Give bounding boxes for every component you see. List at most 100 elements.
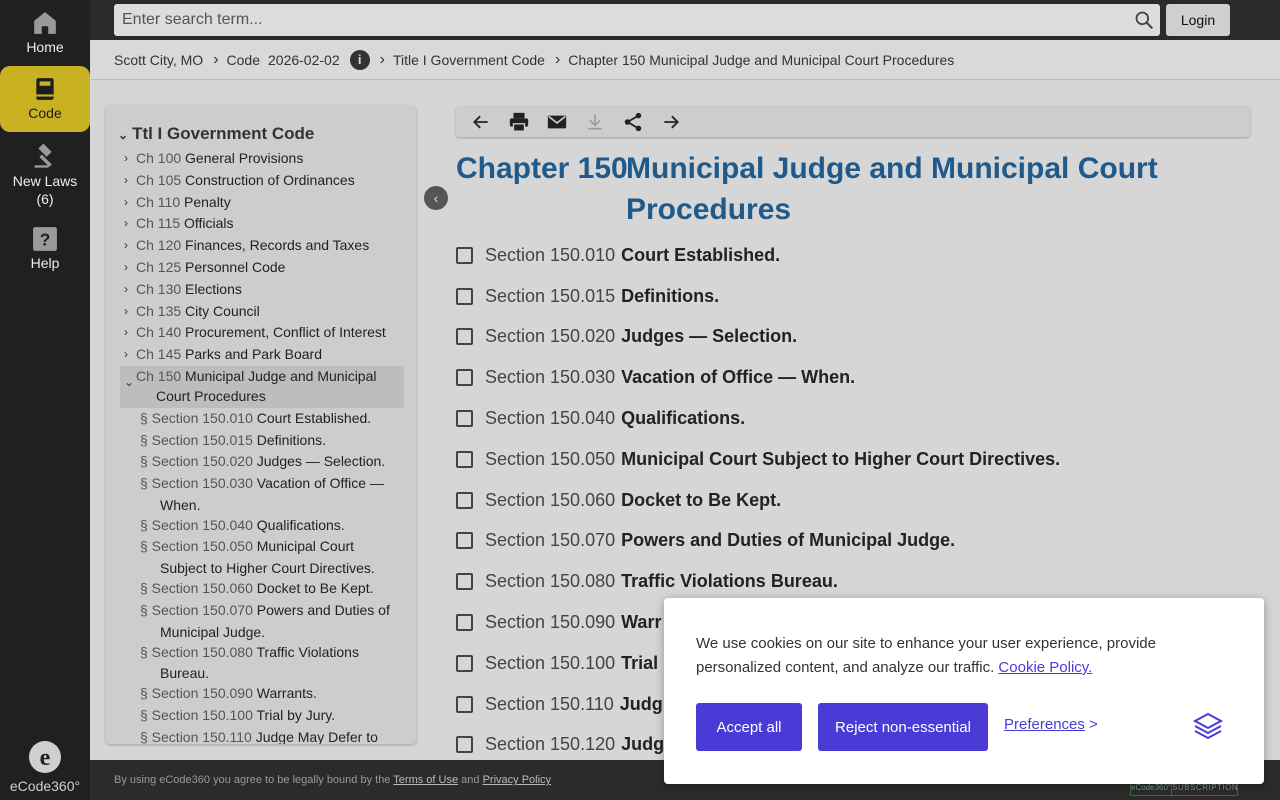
toc-section[interactable]: § Section 150.060 Docket to Be Kept. — [106, 578, 416, 600]
chevron-right-icon: › — [124, 281, 128, 296]
section-number[interactable]: Section 150.010 — [485, 245, 615, 266]
toc-section[interactable]: § Section 150.050 Municipal Court Subject… — [106, 536, 416, 578]
toc-section-num: § Section 150.060 — [140, 580, 253, 597]
toc-section[interactable]: § Section 150.020 Judges — Selection. — [106, 451, 416, 473]
section-number[interactable]: Section 150.020 — [485, 326, 615, 347]
section-name[interactable]: Trial — [621, 653, 658, 674]
section-number[interactable]: Section 150.070 — [485, 530, 615, 551]
section-checkbox[interactable] — [456, 369, 473, 387]
section-number[interactable]: Section 150.030 — [485, 367, 615, 388]
section-checkbox[interactable] — [456, 450, 473, 468]
toc-chapter[interactable]: › Ch 135 City Council — [106, 301, 416, 323]
download-icon — [588, 114, 602, 129]
gavel-icon — [34, 143, 52, 168]
breadcrumb-municipality[interactable]: Scott City, MO — [114, 52, 203, 68]
preferences-link[interactable]: Preferences > — [1004, 716, 1098, 733]
terms-of-use-link[interactable]: Terms of Use — [393, 774, 458, 786]
toc-section[interactable]: § Section 150.100 Trial by Jury. — [106, 705, 416, 727]
collapse-toc-button[interactable]: ‹ — [424, 186, 448, 210]
section-checkbox[interactable] — [456, 491, 473, 509]
toc-chapter[interactable]: › Ch 105 Construction of Ordinances — [106, 170, 416, 192]
section-number[interactable]: Section 150.110 — [485, 694, 614, 715]
reject-non-essential-button[interactable]: Reject non-essential — [818, 703, 988, 751]
consent-provider-logo-icon[interactable] — [1192, 712, 1224, 740]
section-checkbox[interactable] — [456, 328, 473, 346]
forward-button[interactable] — [652, 107, 690, 137]
toc-chapter[interactable]: › Ch 130 Elections — [106, 279, 416, 301]
toc-section[interactable]: § Section 150.090 Warrants. — [106, 683, 416, 705]
section-name[interactable]: Warr — [621, 612, 661, 633]
toc-chapter[interactable]: › Ch 100 General Provisions — [106, 148, 416, 170]
breadcrumb-title[interactable]: Title I Government Code — [393, 52, 545, 68]
privacy-policy-link[interactable]: Privacy Policy — [483, 774, 551, 786]
share-icon — [624, 112, 642, 131]
ecode360-logo[interactable]: e eCode360° — [0, 739, 90, 794]
back-button[interactable] — [462, 107, 500, 137]
chevron-down-icon: ⌄ — [124, 374, 135, 389]
email-button[interactable] — [538, 107, 576, 137]
section-number[interactable]: Section 150.080 — [485, 571, 615, 592]
section-checkbox[interactable] — [456, 614, 473, 632]
toc-section-name-cont: When. — [160, 496, 201, 513]
rail-home[interactable]: Home — [0, 10, 90, 64]
toc-section[interactable]: § Section 150.010 Court Established. — [106, 408, 416, 430]
toc-chapter[interactable]: › Ch 120 Finances, Records and Taxes — [106, 235, 416, 257]
section-checkbox[interactable] — [456, 532, 473, 550]
accept-all-button[interactable]: Accept all — [696, 703, 802, 751]
breadcrumb-code[interactable]: Code — [227, 52, 260, 68]
toc-section[interactable]: § Section 150.015 Definitions. — [106, 430, 416, 452]
section-name[interactable]: Judg — [620, 694, 663, 715]
section-checkbox[interactable] — [456, 246, 473, 264]
toc-chapter-open[interactable]: ⌄ Ch 150 Municipal Judge and Municipal Cou… — [120, 365, 404, 408]
section-checkbox[interactable] — [456, 287, 473, 305]
section-number[interactable]: Section 150.090 — [485, 612, 615, 633]
section-number[interactable]: Section 150.050 — [485, 449, 615, 470]
toc-section[interactable]: § Section 150.040 Qualifications. — [106, 515, 416, 537]
search-icon[interactable] — [1134, 10, 1154, 30]
login-button[interactable]: Login — [1166, 4, 1230, 36]
section-number[interactable]: Section 150.040 — [485, 408, 615, 429]
rail-help[interactable]: ? Help — [0, 226, 90, 278]
toc-section[interactable]: § Section 150.110 Judge May Defer to — [106, 727, 416, 744]
section-name[interactable]: Qualifications. — [621, 408, 745, 429]
info-icon[interactable]: i — [349, 49, 370, 70]
toc-chapter[interactable]: › Ch 115 Officials — [106, 213, 416, 235]
section-checkbox[interactable] — [456, 654, 473, 672]
section-number[interactable]: Section 150.120 — [485, 734, 615, 755]
rail-code[interactable]: Code — [0, 66, 90, 132]
breadcrumb-separator-icon: › — [213, 50, 219, 68]
toc-section-name: Court Established. — [256, 409, 372, 426]
section-name[interactable]: Definitions. — [621, 286, 719, 307]
rail-new-laws[interactable]: New Laws (6) — [0, 142, 90, 212]
toc-chapter[interactable]: › Ch 125 Personnel Code — [106, 257, 416, 279]
download-button[interactable] — [576, 107, 614, 137]
section-name[interactable]: Municipal Court Subject to Higher Court … — [621, 449, 1060, 470]
section-row: Section 150.060 Docket to Be Kept. — [456, 480, 1256, 521]
section-checkbox[interactable] — [456, 410, 473, 428]
section-name[interactable]: Traffic Violations Bureau. — [621, 571, 838, 592]
toc-section[interactable]: § Section 150.070 Powers and Duties of Mu… — [106, 600, 416, 642]
section-number[interactable]: Section 150.060 — [485, 490, 615, 511]
toc-chapter[interactable]: › Ch 145 Parks and Park Board — [106, 344, 416, 366]
cookie-policy-link[interactable]: Cookie Policy. — [998, 659, 1092, 676]
section-name[interactable]: Judg — [621, 734, 664, 755]
section-number[interactable]: Section 150.100 — [485, 653, 615, 674]
section-checkbox[interactable] — [456, 736, 473, 754]
toc-chapter[interactable]: › Ch 140 Procurement, Conflict of Interes… — [106, 322, 416, 344]
section-name[interactable]: Docket to Be Kept. — [621, 490, 781, 511]
breadcrumb: Scott City, MO › Code 2026-02-02 i › Tit… — [90, 40, 1280, 80]
section-checkbox[interactable] — [456, 695, 473, 713]
search-input[interactable] — [114, 4, 1114, 36]
section-checkbox[interactable] — [456, 573, 473, 591]
section-name[interactable]: Powers and Duties of Municipal Judge. — [621, 530, 955, 551]
toc-section[interactable]: § Section 150.030 Vacation of Office — Wh… — [106, 473, 416, 515]
section-number[interactable]: Section 150.015 — [485, 286, 615, 307]
share-button[interactable] — [614, 107, 652, 137]
toc-section[interactable]: § Section 150.080 Traffic Violations Bure… — [106, 642, 416, 684]
section-name[interactable]: Judges — Selection. — [621, 326, 797, 347]
section-name[interactable]: Vacation of Office — When. — [621, 367, 855, 388]
section-name[interactable]: Court Established. — [621, 245, 780, 266]
toc-title[interactable]: ⌄ Ttl I Government Code — [118, 124, 314, 144]
toc-chapter[interactable]: › Ch 110 Penalty — [106, 192, 416, 214]
print-button[interactable] — [500, 107, 538, 137]
